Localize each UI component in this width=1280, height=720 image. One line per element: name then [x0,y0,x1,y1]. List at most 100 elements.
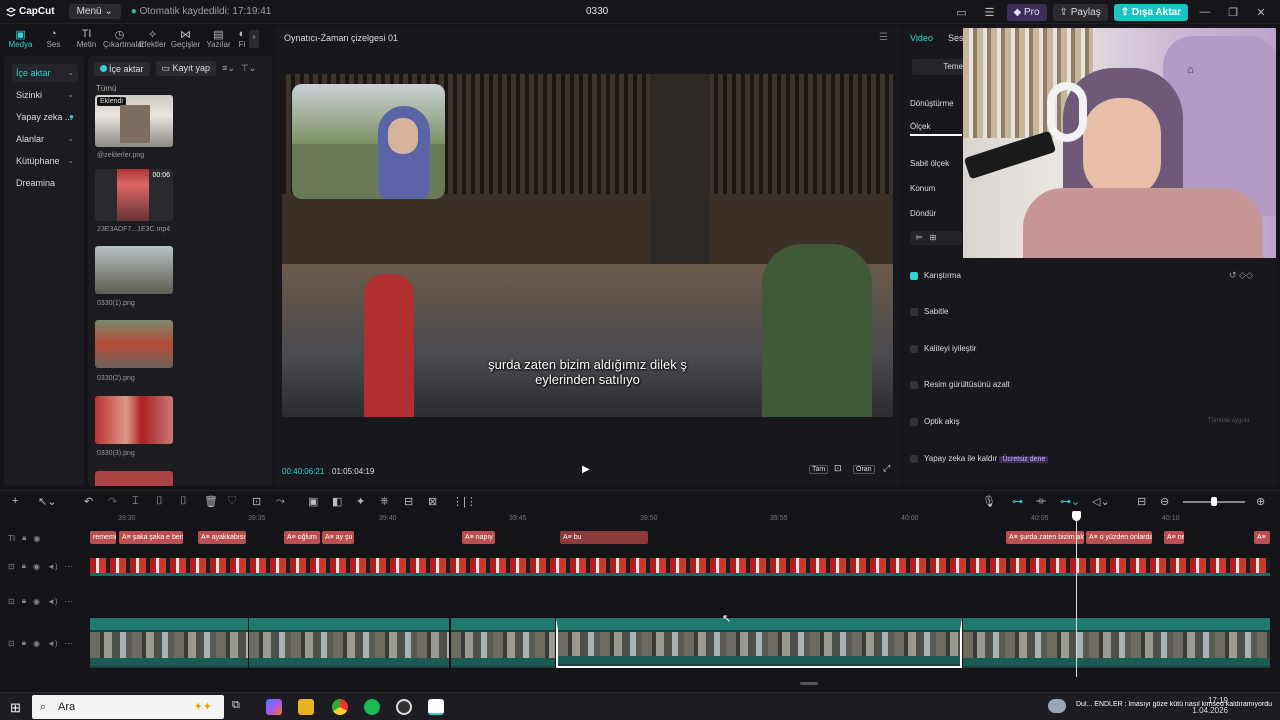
play-icon[interactable]: ▶ [582,464,590,475]
sidebar-item-ai[interactable]: Yapay zeka ... ● [12,108,78,126]
text-clip[interactable]: A≡ bu [560,531,648,544]
more-icon[interactable]: ⋯ [65,562,73,571]
tab-transitions[interactable]: ⋈ Geçişler [169,26,202,52]
delete-icon[interactable]: 🗑 [204,495,218,508]
sidebar-item-dreamina[interactable]: Dreamina [12,174,78,192]
enhance-checkbox[interactable] [910,345,918,353]
media-item[interactable] [95,246,173,294]
tab-effects[interactable]: ✧ Efektler [136,26,169,52]
crop-icon[interactable]: ⊡ [252,495,261,508]
media-item[interactable]: Eklendi [95,95,173,147]
text-clip[interactable]: rememi [90,531,116,544]
tab-text[interactable]: TI Metin [70,26,103,52]
split-icon[interactable]: ⌶ [132,495,139,508]
undo-icon[interactable]: ↶ [84,495,93,508]
video-clip[interactable]: IMG_6024.MOV 00:00:45:19 [963,618,1270,668]
apply-all-button[interactable]: Tümüne uygula [1208,418,1249,424]
volume-icon[interactable]: ◄) [47,562,58,571]
media-item[interactable] [95,396,173,444]
chrome-icon[interactable] [332,699,348,715]
shield-icon[interactable]: ⛉ [228,495,236,508]
free-trial-badge[interactable]: Ücretsiz dene [999,456,1049,463]
video-clip[interactable]: IMG_6023.MOV 00:00:07:22 [249,618,449,668]
text-clip[interactable]: A≡ şurda zaten bizim ald [1006,531,1084,544]
subtitle-line-2[interactable]: eylerinden satılıyo [282,372,893,387]
snap-icon[interactable]: ⊶⌄ [1060,495,1080,508]
text-clip[interactable]: A≡ şaka şaka e ben [119,531,183,544]
close-icon[interactable]: ✕ [1250,6,1272,19]
media-item[interactable]: 00:06 [95,169,173,221]
sidebar-item-library[interactable]: Kütüphane ⌄ [12,152,78,170]
file-explorer-icon[interactable] [298,699,314,715]
shortcuts-icon[interactable]: ☰ [979,6,1001,19]
overlay-clip-strip[interactable] [90,558,1270,576]
audio-split-icon[interactable]: ⋮|⋮ [452,495,477,508]
fullscreen-icon[interactable]: ⤢ [881,463,892,474]
tab-filters[interactable]: ◐ Fi [235,26,249,52]
tab-media[interactable]: ▣ Medya [4,26,37,52]
video-clip[interactable]: IMG_6023.MOV 0 [90,618,248,668]
sidebar-item-yours[interactable]: Sizinki ⌄ [12,86,78,104]
timeline-scrollbar[interactable] [800,682,818,685]
microphone-icon[interactable]: 🎙 [982,495,996,508]
align-buttons[interactable]: ⊨ ⊞ [910,231,962,245]
spotify-icon[interactable] [364,699,380,715]
selected-video-clip[interactable]: IMG_6023.MOV 00:00:15:13 [556,618,962,668]
eye-icon[interactable]: ◉ [33,534,40,543]
mirror-icon[interactable]: ◧ [332,495,342,508]
text-clip[interactable]: A≡ oğlum [284,531,320,544]
layout-icon[interactable]: ▭ [951,6,973,19]
tab-captions[interactable]: ▤ Yazılar [202,26,235,52]
auto-reframe-icon[interactable]: ▣ [308,495,318,508]
link-icon[interactable]: ⟛ [1036,495,1046,508]
timeline-ruler[interactable]: 39:30 39:35 39:40 39:45 39:50 39:55 40:0… [88,513,1280,527]
ai-remove-checkbox[interactable] [910,455,918,463]
zoom-out-icon[interactable]: ⊖ [1160,495,1169,508]
export-button[interactable]: ⇧ Dışa Aktar [1113,3,1188,21]
more-icon[interactable]: ⋯ [65,639,73,648]
task-view-icon[interactable]: ⧉ [232,699,248,715]
media-item[interactable] [95,471,173,486]
pro-button[interactable]: ◆ Pro [1006,3,1047,21]
sort-icon[interactable]: ≡⌄ [222,63,235,74]
tab-video[interactable]: Video [910,33,933,43]
stabilize-checkbox[interactable] [910,308,918,316]
tab-stickers[interactable]: ◷ Çıkartmalar [103,26,144,52]
text-clip[interactable]: A≡ ne [1164,531,1184,544]
more-icon[interactable]: ⋯ [65,597,73,606]
zoom-in-icon[interactable]: ⊕ [1256,495,1265,508]
transform-heading[interactable]: Dönüştürme [910,99,954,108]
volume-icon[interactable]: ◄) [47,597,58,606]
taskbar-search-input[interactable]: ⌕ Ara ✦✦ [32,695,224,719]
scale-slider[interactable] [910,134,962,136]
project-title[interactable]: 0330 [586,6,608,17]
lock-icon[interactable]: 🔒︎ [22,638,26,648]
tab-audio[interactable]: Ses [948,33,964,43]
media-item[interactable] [95,320,173,368]
speed-icon[interactable]: ⤳ [276,495,285,508]
ai-effect-icon[interactable]: ✦ [356,495,365,508]
capcut-taskbar-icon[interactable] [428,699,444,715]
video-clip[interactable]: IMG_6023.MOV 00:00:04:02 [451,618,555,668]
reset-icon[interactable]: ↺ ◇◇ [1229,270,1253,281]
subtitle-line-1[interactable]: şurda zaten bizim aldığımız dilek ş [282,357,893,372]
playhead-handle[interactable] [1072,511,1081,521]
select-tool-icon[interactable]: ↖⌄ [38,495,56,508]
add-track-icon[interactable]: + [12,495,18,507]
eye-icon[interactable]: ◉ [33,562,40,571]
redo-icon[interactable]: ↷ [108,495,117,508]
share-button[interactable]: ⇪ Paylaş [1052,3,1108,21]
lock-icon[interactable]: 🔒︎ [22,561,26,571]
maximize-icon[interactable]: ❐ [1222,6,1244,19]
tab-audio[interactable]: ◔ Ses [37,26,70,52]
subtitle-icon[interactable]: ⊟ [404,495,413,508]
text-clip[interactable]: A≡ ayakkabısı [198,531,246,544]
fit-icon[interactable]: ⊟ [1137,495,1146,508]
full-quality-button[interactable]: Tam [809,465,829,474]
windows-start-icon[interactable]: ⊞ [10,700,21,716]
text-clip[interactable]: A≡ napıy [462,531,495,544]
optical-flow-checkbox[interactable] [910,418,918,426]
sidebar-item-spaces[interactable]: Alanlar ⌄ [12,130,78,148]
obs-icon[interactable] [396,699,412,715]
picture-in-picture-overlay[interactable] [292,84,445,199]
